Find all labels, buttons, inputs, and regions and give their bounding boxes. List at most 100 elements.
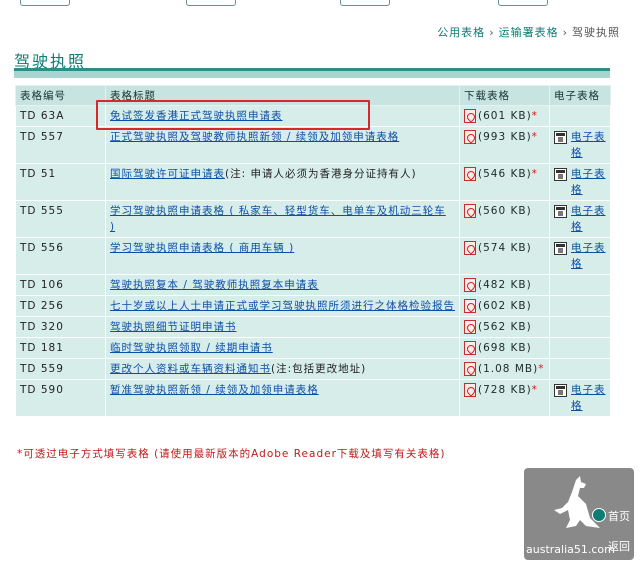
pdf-icon[interactable] [464, 241, 476, 255]
form-title-link[interactable]: 暂准驾驶执照新领 / 续领及加领申请表格 [110, 384, 319, 396]
form-code: TD 256 [15, 295, 106, 317]
pdf-icon[interactable] [464, 341, 476, 355]
download-cell: (993 KB)* [459, 126, 550, 164]
eform-cell: 电子表格 [549, 163, 611, 201]
file-size: (602 KB) [478, 298, 532, 314]
watermark: 首页 返回 australia51.com [524, 468, 634, 560]
col-header-eform: 电子表格 [549, 85, 611, 106]
eform-icon[interactable] [554, 168, 567, 181]
form-code: TD 555 [15, 200, 106, 238]
form-title-link[interactable]: 临时驾驶执照领取 / 续期申请书 [110, 342, 273, 354]
download-link[interactable]: (546 KB)* [464, 166, 545, 182]
eform-asterisk: * [531, 384, 538, 396]
form-title-link[interactable]: 国际驾驶许可证申请表 [110, 168, 225, 180]
form-title-link[interactable]: 正式驾驶执照及驾驶教师执照新领 / 续领及加领申请表格 [110, 131, 399, 143]
eform-link[interactable]: 电子表格 [554, 166, 606, 198]
eform-label[interactable]: 电子表格 [571, 129, 606, 161]
eform-icon[interactable] [554, 384, 567, 397]
table-row: TD 559 更改个人资料或车辆资料通知书(注:包括更改地址) (1.08 MB)* [15, 358, 611, 380]
download-cell: (1.08 MB)* [459, 358, 550, 380]
pdf-icon[interactable] [464, 167, 476, 181]
eform-asterisk: * [531, 131, 538, 143]
home-icon[interactable] [592, 508, 606, 522]
download-link[interactable]: (1.08 MB)* [464, 361, 545, 377]
form-code: TD 556 [15, 237, 106, 275]
table-row: TD 590 暂准驾驶执照新领 / 续领及加领申请表格 (728 KB)* 电子表格 [15, 379, 611, 417]
eform-icon[interactable] [554, 131, 567, 144]
form-title-cell: 暂准驾驶执照新领 / 续领及加领申请表格 [105, 379, 460, 417]
breadcrumb-separator: › [562, 26, 568, 39]
file-size: (601 KB)* [478, 108, 538, 124]
eform-cell [549, 105, 611, 127]
col-header-form-no: 表格编号 [15, 85, 106, 106]
download-cell: (602 KB) [459, 295, 550, 317]
download-cell: (546 KB)* [459, 163, 550, 201]
file-size: (560 KB) [478, 203, 532, 219]
download-cell: (482 KB) [459, 274, 550, 296]
form-code: TD 557 [15, 126, 106, 164]
download-cell: (728 KB)* [459, 379, 550, 417]
download-link[interactable]: (560 KB) [464, 203, 545, 219]
eform-link[interactable]: 电子表格 [554, 382, 606, 414]
pdf-icon[interactable] [464, 362, 476, 376]
pdf-icon[interactable] [464, 320, 476, 334]
pdf-icon[interactable] [464, 383, 476, 397]
eform-asterisk: * [538, 363, 545, 375]
top-nav-tab-2[interactable] [186, 0, 236, 6]
pdf-icon[interactable] [464, 130, 476, 144]
eform-icon[interactable] [554, 205, 567, 218]
pdf-icon[interactable] [464, 109, 476, 123]
eform-cell [549, 337, 611, 359]
pdf-icon[interactable] [464, 204, 476, 218]
pdf-icon[interactable] [464, 278, 476, 292]
download-link[interactable]: (698 KB) [464, 340, 545, 356]
file-size-text: (1.08 MB) [478, 363, 539, 375]
top-nav-tab-1[interactable] [20, 0, 70, 6]
breadcrumb-td-forms[interactable]: 运输署表格 [499, 26, 559, 39]
download-link[interactable]: (993 KB)* [464, 129, 545, 145]
form-title-link[interactable]: 七十岁或以上人士申请正式或学习驾驶执照所须进行之体格检验报告 [110, 300, 455, 312]
form-title-link[interactable]: 学习驾驶执照申请表格 ( 商用车辆 ) [110, 242, 294, 254]
download-link[interactable]: (601 KB)* [464, 108, 545, 124]
file-size-text: (993 KB) [478, 131, 532, 143]
form-title-link[interactable]: 驾驶执照复本 / 驾驶教师执照复本申请表 [110, 279, 319, 291]
download-cell: (601 KB)* [459, 105, 550, 127]
col-header-download: 下载表格 [459, 85, 550, 106]
eform-icon[interactable] [554, 242, 567, 255]
home-button[interactable]: 首页 [608, 508, 630, 524]
breadcrumb-current: 驾驶执照 [572, 26, 620, 39]
download-link[interactable]: (574 KB) [464, 240, 545, 256]
file-size-text: (601 KB) [478, 110, 532, 122]
file-size: (574 KB) [478, 240, 532, 256]
table-row: TD 320 驾驶执照细节证明申请书 (562 KB) [15, 316, 611, 338]
kangaroo-icon [554, 476, 600, 528]
eform-label[interactable]: 电子表格 [571, 240, 606, 272]
breadcrumb-separator: › [489, 26, 495, 39]
download-link[interactable]: (482 KB) [464, 277, 545, 293]
eform-link[interactable]: 电子表格 [554, 240, 606, 272]
download-link[interactable]: (602 KB) [464, 298, 545, 314]
watermark-text: australia51.com [526, 543, 615, 556]
eform-cell [549, 316, 611, 338]
eform-cell: 电子表格 [549, 126, 611, 164]
footnote: *可透过电子方式填写表格 (请使用最新版本的Adobe Reader下载及填写有… [17, 448, 446, 460]
download-link[interactable]: (728 KB)* [464, 382, 545, 398]
form-title-link[interactable]: 驾驶执照细节证明申请书 [110, 321, 237, 333]
download-link[interactable]: (562 KB) [464, 319, 545, 335]
eform-cell [549, 358, 611, 380]
top-nav-tab-4[interactable] [498, 0, 548, 6]
top-nav-tab-3[interactable] [340, 0, 390, 6]
eform-link[interactable]: 电子表格 [554, 203, 606, 235]
eform-label[interactable]: 电子表格 [571, 203, 606, 235]
form-title-cell: 学习驾驶执照申请表格 ( 商用车辆 ) [105, 237, 460, 275]
form-title-cell: 驾驶执照复本 / 驾驶教师执照复本申请表 [105, 274, 460, 296]
eform-label[interactable]: 电子表格 [571, 166, 606, 198]
form-title-link[interactable]: 学习驾驶执照申请表格 ( 私家车、轻型货车、电单车及机动三轮车 ) [110, 205, 446, 233]
form-title-link[interactable]: 更改个人资料或车辆资料通知书 [110, 363, 271, 375]
form-note: (注: 申请人必须为香港身分证持有人) [225, 168, 417, 180]
eform-cell: 电子表格 [549, 200, 611, 238]
eform-link[interactable]: 电子表格 [554, 129, 606, 161]
eform-label[interactable]: 电子表格 [571, 382, 606, 414]
pdf-icon[interactable] [464, 299, 476, 313]
breadcrumb-public-forms[interactable]: 公用表格 [437, 26, 485, 39]
